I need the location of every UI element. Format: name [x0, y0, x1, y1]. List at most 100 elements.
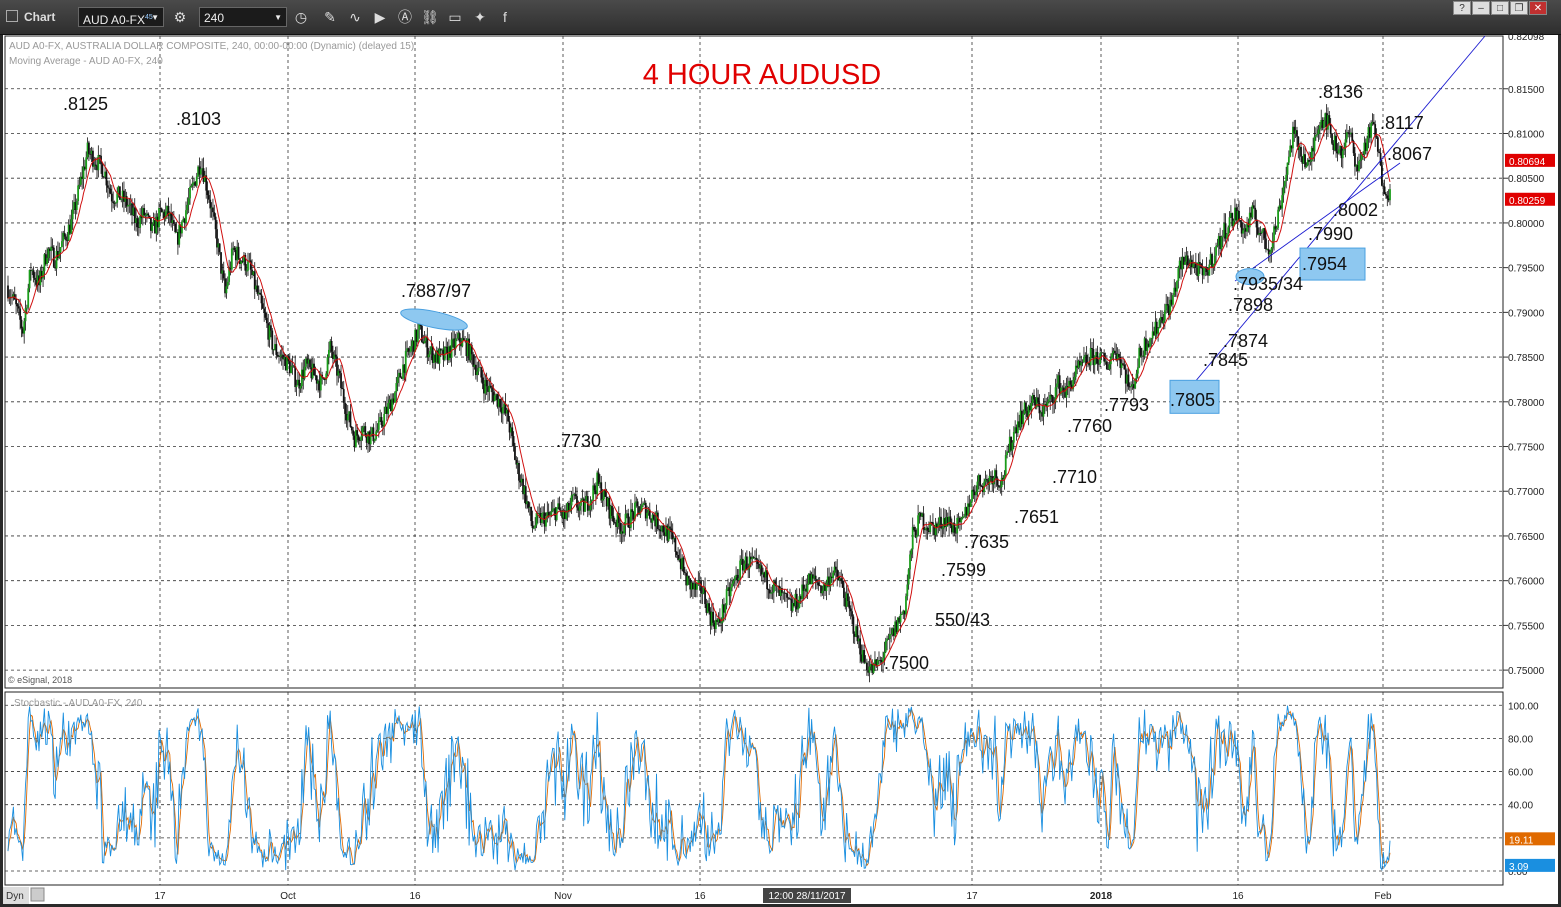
- candle-up: [114, 202, 117, 204]
- candle-up: [186, 204, 189, 211]
- candle-down: [426, 337, 429, 358]
- price-tick-label: 0.78500: [1508, 353, 1545, 364]
- candle-down: [789, 598, 791, 600]
- candle-down: [836, 569, 839, 577]
- candle-down: [102, 176, 105, 178]
- candle-down: [1259, 233, 1262, 235]
- candle-up: [85, 157, 88, 170]
- candle-down: [1252, 205, 1255, 208]
- price-annotation: .7887/97: [401, 281, 471, 301]
- chart-canvas[interactable]: 0.75000 0.75500 0.76000 0.76500 0.77000 0.775…: [0, 0, 1561, 907]
- candle-down: [1025, 402, 1027, 411]
- time-tick-label: 16: [1232, 891, 1244, 902]
- candle-up: [1277, 209, 1279, 228]
- candle-down: [995, 470, 998, 479]
- time-tick-label: 17: [966, 891, 978, 902]
- candle-up: [230, 248, 233, 270]
- candle-up: [724, 605, 727, 613]
- candle-down: [1186, 255, 1189, 266]
- candle-down: [237, 246, 240, 259]
- candle-up: [1275, 227, 1278, 230]
- candle-up: [290, 366, 293, 374]
- candle-down: [979, 475, 982, 486]
- candle-down: [1050, 394, 1053, 397]
- candle-up: [963, 516, 965, 518]
- candle-up: [956, 517, 959, 534]
- candle-down: [1376, 137, 1379, 152]
- candle-up: [1163, 310, 1166, 321]
- candle-up: [821, 590, 824, 594]
- candle-up: [534, 525, 537, 528]
- candle-down: [1386, 195, 1389, 199]
- candle-down: [1378, 151, 1381, 153]
- candle-down: [865, 662, 868, 671]
- candle-down: [1123, 364, 1126, 370]
- candle-up: [1344, 139, 1347, 148]
- candle-up: [917, 515, 919, 536]
- candle-up: [1162, 320, 1165, 323]
- candle-up: [1221, 236, 1224, 238]
- candle-down: [110, 193, 113, 202]
- candle-up: [443, 346, 446, 360]
- time-tick-label: 16: [694, 891, 706, 902]
- candle-up: [1270, 248, 1273, 252]
- candle-down: [338, 370, 341, 374]
- candle-up: [395, 383, 398, 393]
- candle-down: [334, 354, 337, 357]
- candle-up: [438, 348, 441, 364]
- candle-up: [1083, 356, 1085, 363]
- price-header-ma: Moving Average - AUD A0-FX, 240: [9, 56, 163, 67]
- candle-up: [960, 518, 963, 523]
- candle-up: [969, 501, 972, 507]
- stochastic-tick-label: 40.00: [1508, 801, 1533, 812]
- candle-up: [408, 351, 411, 353]
- candle-up: [299, 386, 302, 389]
- price-annotation: .8103: [176, 109, 221, 129]
- candle-up: [59, 246, 62, 253]
- candle-down: [89, 153, 92, 155]
- price-annotation: .7730: [556, 431, 601, 451]
- candle-down: [1239, 220, 1242, 222]
- candle-down: [859, 638, 862, 655]
- candle-up: [78, 184, 81, 186]
- candle-down: [1139, 347, 1142, 356]
- candle-down: [1354, 153, 1356, 167]
- candle-down: [87, 142, 90, 154]
- candle-down: [514, 446, 516, 460]
- price-annotation: .7651: [1014, 507, 1059, 527]
- candle-down: [972, 489, 975, 492]
- candle-up: [975, 492, 977, 496]
- candle-up: [771, 592, 774, 594]
- candle-down: [767, 589, 770, 590]
- candle-down: [1105, 361, 1108, 370]
- candle-down: [143, 208, 146, 216]
- candle-down: [675, 551, 678, 555]
- candle-down: [32, 270, 35, 278]
- candle-down: [147, 213, 150, 216]
- grid-toggle-icon[interactable]: [30, 887, 45, 902]
- candle-down: [380, 417, 383, 425]
- candle-down: [840, 578, 843, 581]
- candle-down: [1114, 350, 1116, 354]
- candle-down: [1037, 397, 1039, 403]
- candle-down: [51, 246, 54, 248]
- candle-down: [687, 576, 690, 579]
- price-annotation: .7500: [884, 653, 929, 673]
- candle-down: [7, 285, 9, 299]
- candle-up: [61, 241, 63, 247]
- candle-up: [1046, 401, 1049, 407]
- time-tick-label: Nov: [554, 891, 572, 902]
- candle-up: [423, 340, 426, 344]
- candle-down: [34, 277, 36, 280]
- candle-up: [550, 511, 553, 515]
- candle-down: [263, 308, 266, 313]
- price-tick-label: 0.77000: [1508, 487, 1545, 498]
- candle-up: [905, 596, 907, 615]
- candle-down: [341, 388, 344, 390]
- candle-up: [501, 406, 504, 414]
- candle-up: [456, 338, 458, 340]
- chart-background: [3, 35, 1558, 904]
- candle-up: [1011, 442, 1014, 451]
- candle-up: [195, 176, 198, 186]
- candle-up: [1318, 125, 1321, 130]
